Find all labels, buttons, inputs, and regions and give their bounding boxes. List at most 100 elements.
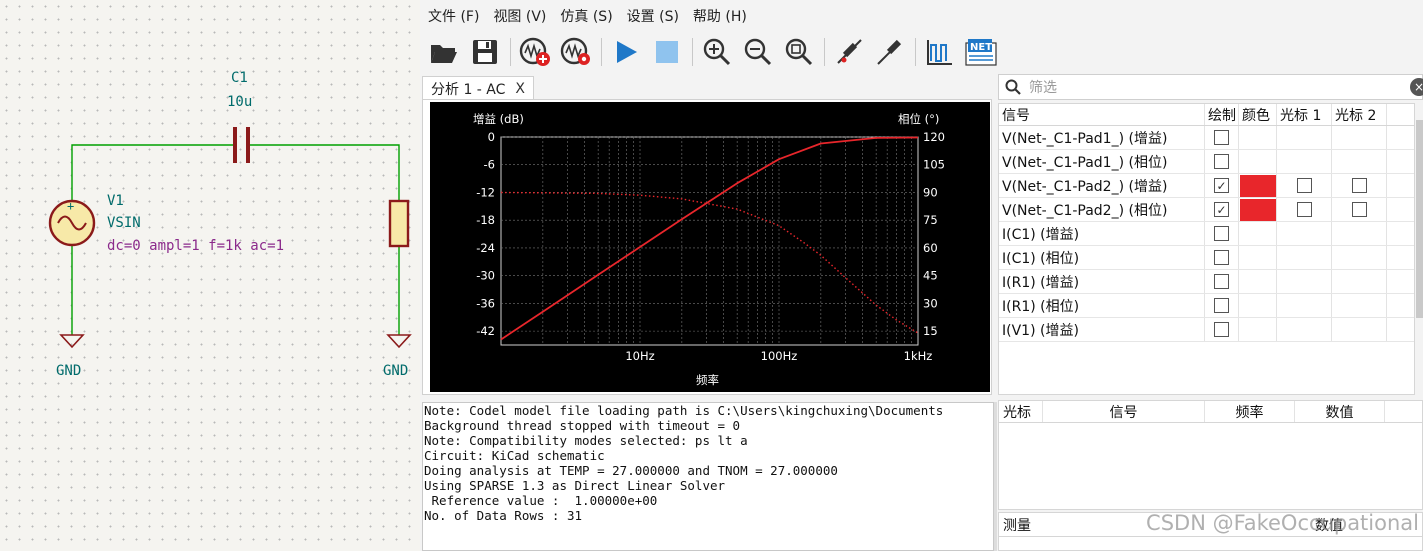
plot-checkbox[interactable] xyxy=(1214,298,1229,313)
console-line: Note: Compatibility modes selected: ps l… xyxy=(424,433,748,448)
plot-checkbox[interactable]: ✓ xyxy=(1214,202,1229,217)
y-left-tick-label: -30 xyxy=(476,269,495,283)
toolbar-separator xyxy=(692,38,693,66)
menu-simulation[interactable]: 仿真 (S) xyxy=(560,6,612,26)
folder-open-icon xyxy=(431,45,457,63)
menu-file[interactable]: 文件 (F) xyxy=(428,6,479,26)
show-netlist-plot-button[interactable] xyxy=(922,35,958,69)
cursor-1-checkbox[interactable] xyxy=(1296,202,1312,217)
y-axis-right-label: 相位 (°) xyxy=(898,112,939,126)
signal-row[interactable]: I(C1) (增益) xyxy=(999,222,1414,246)
analysis-settings-button[interactable] xyxy=(558,35,594,69)
cursor-2-checkbox[interactable] xyxy=(1351,202,1367,217)
source-value: VSIN xyxy=(107,215,141,231)
signal-filter[interactable]: 筛选 × xyxy=(998,74,1423,100)
header-plot[interactable]: 绘制 xyxy=(1205,104,1239,125)
signal-row[interactable]: V(Net-_C1-Pad1_) (增益) xyxy=(999,126,1414,150)
header-frequency[interactable]: 频率 xyxy=(1205,401,1295,422)
signal-row[interactable]: I(V1) (增益) xyxy=(999,318,1414,342)
bode-plot[interactable]: 0 -6 -12 -18 -24 -30 -36 -42 120 105 90 75 60 45 30 15 1… xyxy=(430,102,990,392)
header-color[interactable]: 颜色 xyxy=(1239,104,1277,125)
probe-button[interactable] xyxy=(831,35,867,69)
y-left-tick-label: 0 xyxy=(488,130,495,144)
x-tick-label: 10Hz xyxy=(625,349,654,363)
color-swatch[interactable] xyxy=(1239,174,1276,197)
save-button[interactable] xyxy=(467,35,503,69)
cursor-2-checkbox[interactable] xyxy=(1351,178,1367,193)
console-line: No. of Data Rows : 31 xyxy=(424,508,583,523)
simulation-console[interactable]: Note: Codel model file loading path is C… xyxy=(422,402,994,551)
svg-text:NET: NET xyxy=(970,42,992,53)
app-root: C1 10u + V1 VSIN dc=0 ampl=1 f=1k ac=1 G… xyxy=(0,0,1423,551)
search-icon xyxy=(1005,79,1021,95)
new-analysis-button[interactable] xyxy=(517,35,553,69)
close-tab-icon[interactable]: X xyxy=(515,81,525,97)
zoom-in-button[interactable] xyxy=(699,35,735,69)
signal-row[interactable]: V(Net-_C1-Pad2_) (相位) ✓ xyxy=(999,198,1414,222)
open-button[interactable] xyxy=(426,35,462,69)
save-icon xyxy=(473,40,497,64)
plot-checkbox[interactable] xyxy=(1214,274,1229,289)
zoom-fit-button[interactable] xyxy=(781,35,817,69)
header-value[interactable]: 数值 xyxy=(1295,401,1385,422)
y-axis-left-label: 增益 (dB) xyxy=(473,112,524,126)
y-left-tick-label: -18 xyxy=(476,213,495,227)
plot-checkbox[interactable]: ✓ xyxy=(1214,178,1229,193)
y-right-tick-label: 120 xyxy=(923,130,945,144)
y-left-tick-label: -12 xyxy=(476,185,495,199)
toolbar: NET xyxy=(420,32,1423,72)
schematic-canvas[interactable]: C1 10u + V1 VSIN dc=0 ampl=1 f=1k ac=1 G… xyxy=(0,0,420,551)
signal-name: I(R1) (相位) xyxy=(999,294,1205,317)
signals-scrollbar[interactable] xyxy=(1416,120,1423,318)
signal-name: V(Net-_C1-Pad2_) (增益) xyxy=(999,174,1205,197)
cursors-header: 光标 信号 频率 数值 xyxy=(999,401,1422,423)
header-cursor-1[interactable]: 光标 1 xyxy=(1277,104,1332,125)
y-left-tick-label: -36 xyxy=(476,296,495,310)
menu-settings[interactable]: 设置 (S) xyxy=(627,6,679,26)
watermark: CSDN @FakeOccupational xyxy=(1146,511,1419,535)
oscilloscope-settings-icon xyxy=(560,37,590,65)
tuner-probe-icon xyxy=(877,39,902,65)
header-cursor-signal[interactable]: 信号 xyxy=(1043,401,1205,422)
console-scrollbar[interactable] xyxy=(994,402,997,551)
toolbar-separator xyxy=(601,38,602,66)
color-swatch[interactable] xyxy=(1239,198,1276,221)
y-right-tick-label: 75 xyxy=(923,213,938,227)
gnd-left-symbol xyxy=(59,334,85,349)
menu-view[interactable]: 视图 (V) xyxy=(493,6,546,26)
source-params: dc=0 ampl=1 f=1k ac=1 xyxy=(107,238,284,254)
netlist-button[interactable]: NET xyxy=(963,35,999,69)
filter-placeholder: 筛选 xyxy=(1029,80,1057,96)
signal-row[interactable]: V(Net-_C1-Pad1_) (相位) xyxy=(999,150,1414,174)
signal-row[interactable]: I(C1) (相位) xyxy=(999,246,1414,270)
plot-checkbox[interactable] xyxy=(1214,130,1229,145)
signal-row[interactable]: I(R1) (增益) xyxy=(999,270,1414,294)
signal-name: I(R1) (增益) xyxy=(999,270,1205,293)
run-button[interactable] xyxy=(608,35,644,69)
gnd-right-symbol xyxy=(386,334,412,349)
header-signal[interactable]: 信号 xyxy=(999,104,1205,125)
console-line: Circuit: KiCad schematic xyxy=(424,448,605,463)
plot-checkbox[interactable] xyxy=(1214,154,1229,169)
menu-help[interactable]: 帮助 (H) xyxy=(693,6,747,26)
y-left-tick-label: -42 xyxy=(476,324,495,338)
plot-checkbox[interactable] xyxy=(1214,322,1229,337)
signals-rows: V(Net-_C1-Pad1_) (增益) V(Net-_C1-Pad1_) (相… xyxy=(999,126,1414,342)
plot-tab-bar: 分析 1 - AC X xyxy=(422,76,535,100)
signal-row[interactable]: I(R1) (相位) xyxy=(999,294,1414,318)
plot-checkbox[interactable] xyxy=(1214,250,1229,265)
y-right-tick-label: 30 xyxy=(923,296,938,310)
header-cursor-2[interactable]: 光标 2 xyxy=(1332,104,1387,125)
zoom-out-button[interactable] xyxy=(740,35,776,69)
tune-button[interactable] xyxy=(872,35,908,69)
tab-analysis-ac[interactable]: 分析 1 - AC X xyxy=(422,76,535,100)
stop-button[interactable] xyxy=(649,35,685,69)
y-right-tick-label: 90 xyxy=(923,185,938,199)
cursors-table: 光标 信号 频率 数值 xyxy=(998,400,1423,510)
clear-filter-icon[interactable]: × xyxy=(1410,78,1423,96)
cursor-1-checkbox[interactable] xyxy=(1296,178,1312,193)
netlist-icon: NET xyxy=(965,39,997,66)
signal-row[interactable]: V(Net-_C1-Pad2_) (增益) ✓ xyxy=(999,174,1414,198)
plot-checkbox[interactable] xyxy=(1214,226,1229,241)
header-cursor[interactable]: 光标 xyxy=(999,401,1043,422)
